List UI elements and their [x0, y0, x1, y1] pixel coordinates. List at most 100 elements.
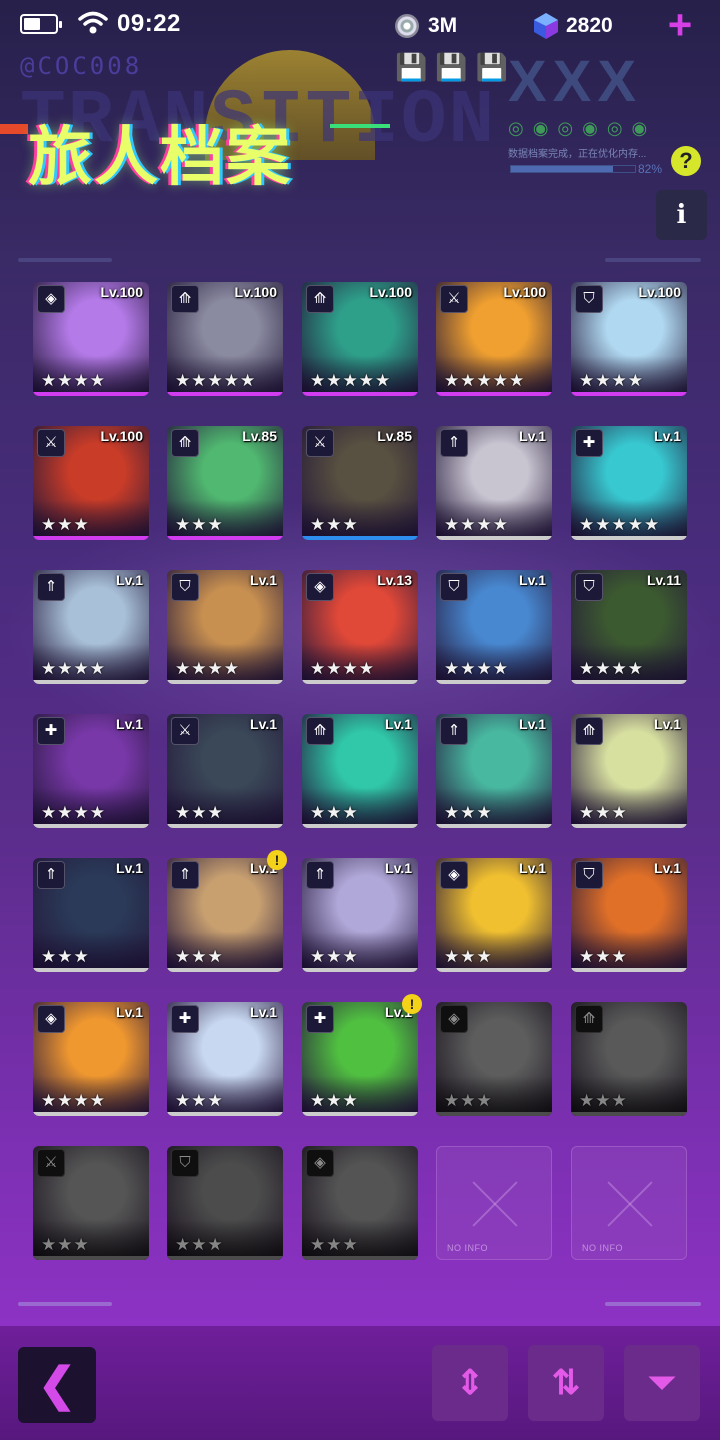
- bow-icon: ⟰: [306, 717, 334, 745]
- level-label: Lv.1: [519, 572, 546, 588]
- divider: [18, 258, 112, 262]
- level-label: Lv.85: [377, 428, 412, 444]
- star-rating: ★★★★: [579, 371, 644, 390]
- rarity-bar: [302, 968, 418, 972]
- rarity-bar: [571, 1112, 687, 1116]
- character-card[interactable]: ◈ Lv.1 ★★★: [436, 858, 552, 972]
- character-card[interactable]: ✚ Lv.1 ★★★★: [33, 714, 149, 828]
- character-card[interactable]: ◈ Lv.100 ★★★★: [33, 282, 149, 396]
- add-gems-button[interactable]: +: [662, 4, 698, 46]
- character-card[interactable]: ⇑ Lv.1 ★★★: [33, 858, 149, 972]
- character-card[interactable]: ⇑ Lv.1 ★★★: [436, 714, 552, 828]
- rarity-bar: [33, 536, 149, 540]
- xxx-text: XXX: [508, 49, 643, 114]
- level-label: Lv.1: [116, 572, 143, 588]
- star-rating: ★★★★: [41, 803, 106, 822]
- character-card[interactable]: ◈ Lv.1 ★★★★: [33, 1002, 149, 1116]
- rarity-bar: [571, 824, 687, 828]
- character-card[interactable]: ⟰ Lv.1 ★★★: [571, 714, 687, 828]
- wifi-icon: [78, 11, 108, 34]
- character-card[interactable]: ⟰ Lv.100 ★★★★★: [167, 282, 283, 396]
- character-card[interactable]: ⛉ Lv.1 ★★★: [571, 858, 687, 972]
- level-label: Lv.1: [519, 860, 546, 876]
- character-card[interactable]: ⟰ ★★★: [571, 1002, 687, 1116]
- star-rating: ★★★: [175, 515, 224, 534]
- coin-count: 3M: [428, 14, 458, 37]
- bow-icon: ⟰: [575, 1005, 603, 1033]
- character-card[interactable]: ⛉ Lv.11 ★★★★: [571, 570, 687, 684]
- diamond-icon: ◈: [440, 861, 468, 889]
- page-title: 旅人档案: [28, 121, 292, 193]
- character-card[interactable]: ✚ Lv.1 ★★★★★: [571, 426, 687, 540]
- rarity-bar: [302, 1256, 418, 1260]
- empty-character-slot: NO INFO: [436, 1146, 552, 1260]
- battery-icon: [20, 14, 62, 34]
- character-card[interactable]: ⇑ Lv.1 ★★★★: [33, 570, 149, 684]
- accent-bar: [0, 124, 28, 134]
- spear-icon: ⇑: [440, 717, 468, 745]
- no-info-label: NO INFO: [447, 1243, 488, 1253]
- progress-text: 数据档案完成，正在优化内存...: [508, 149, 647, 160]
- level-label: Lv.1: [385, 716, 412, 732]
- level-label: Lv.85: [242, 428, 277, 444]
- bow-icon: ⟰: [171, 429, 199, 457]
- character-card[interactable]: ✚ Lv.1 ★★★: [302, 1002, 418, 1116]
- coin-icon: [395, 14, 419, 38]
- rarity-bar: [302, 680, 418, 684]
- rarity-bar: [571, 680, 687, 684]
- spear-icon: ⇑: [37, 573, 65, 601]
- level-label: Lv.1: [654, 428, 681, 444]
- rarity-bar: [302, 824, 418, 828]
- rarity-bar: [167, 536, 283, 540]
- star-rating: ★★★: [444, 803, 493, 822]
- character-card[interactable]: ⚔ ★★★: [33, 1146, 149, 1260]
- filter-button[interactable]: ⏷: [624, 1345, 700, 1421]
- character-card[interactable]: ⚔ Lv.100 ★★★: [33, 426, 149, 540]
- star-rating: ★★★: [444, 947, 493, 966]
- character-card[interactable]: ⟰ Lv.100 ★★★★★: [302, 282, 418, 396]
- help-button[interactable]: ?: [671, 146, 701, 176]
- level-label: Lv.1: [385, 860, 412, 876]
- character-card[interactable]: ⚔ Lv.1 ★★★: [167, 714, 283, 828]
- star-rating: ★★★★: [444, 659, 509, 678]
- character-card[interactable]: ◈ ★★★: [436, 1002, 552, 1116]
- character-card[interactable]: ⛉ Lv.1 ★★★★: [436, 570, 552, 684]
- character-card[interactable]: ⛉ ★★★: [167, 1146, 283, 1260]
- star-rating: ★★★: [310, 803, 359, 822]
- rarity-bar: [571, 392, 687, 396]
- diamond-icon: ◈: [37, 1005, 65, 1033]
- character-card[interactable]: ⛉ Lv.1 ★★★★: [167, 570, 283, 684]
- diamond-icon: ◈: [37, 285, 65, 313]
- level-label: Lv.1: [519, 428, 546, 444]
- status-circles: ◎◉◎◉◎◉: [508, 118, 657, 138]
- diamond-icon: ◈: [306, 573, 334, 601]
- rarity-bar: [302, 392, 418, 396]
- spear-icon: ⇑: [306, 861, 334, 889]
- character-card[interactable]: ⛉ Lv.100 ★★★★: [571, 282, 687, 396]
- divider: [605, 1302, 701, 1306]
- star-rating: ★★★: [310, 1091, 359, 1110]
- swords-icon: ⚔: [37, 429, 65, 457]
- character-card[interactable]: ⇑ Lv.1 ★★★: [167, 858, 283, 972]
- star-rating: ★★★★: [579, 659, 644, 678]
- character-card[interactable]: ✚ Lv.1 ★★★: [167, 1002, 283, 1116]
- character-card[interactable]: ◈ ★★★: [302, 1146, 418, 1260]
- star-rating: ★★★★: [41, 659, 106, 678]
- character-card[interactable]: ◈ Lv.13 ★★★★: [302, 570, 418, 684]
- level-label: Lv.1: [250, 1004, 277, 1020]
- character-card[interactable]: ⚔ Lv.85 ★★★: [302, 426, 418, 540]
- star-rating: ★★★★★: [310, 371, 392, 390]
- sort-toggle-button[interactable]: ⇅: [528, 1345, 604, 1421]
- info-button[interactable]: i: [656, 190, 707, 240]
- progress-bar: [510, 165, 636, 173]
- back-button[interactable]: ❮: [18, 1347, 96, 1423]
- sort-order-button[interactable]: ⇕: [432, 1345, 508, 1421]
- character-card[interactable]: ⟰ Lv.85 ★★★: [167, 426, 283, 540]
- character-card[interactable]: ⚔ Lv.100 ★★★★★: [436, 282, 552, 396]
- character-card[interactable]: ⇑ Lv.1 ★★★: [302, 858, 418, 972]
- swords-icon: ⚔: [306, 429, 334, 457]
- rarity-bar: [436, 824, 552, 828]
- character-card[interactable]: ⇑ Lv.1 ★★★★: [436, 426, 552, 540]
- rarity-bar: [436, 968, 552, 972]
- character-card[interactable]: ⟰ Lv.1 ★★★: [302, 714, 418, 828]
